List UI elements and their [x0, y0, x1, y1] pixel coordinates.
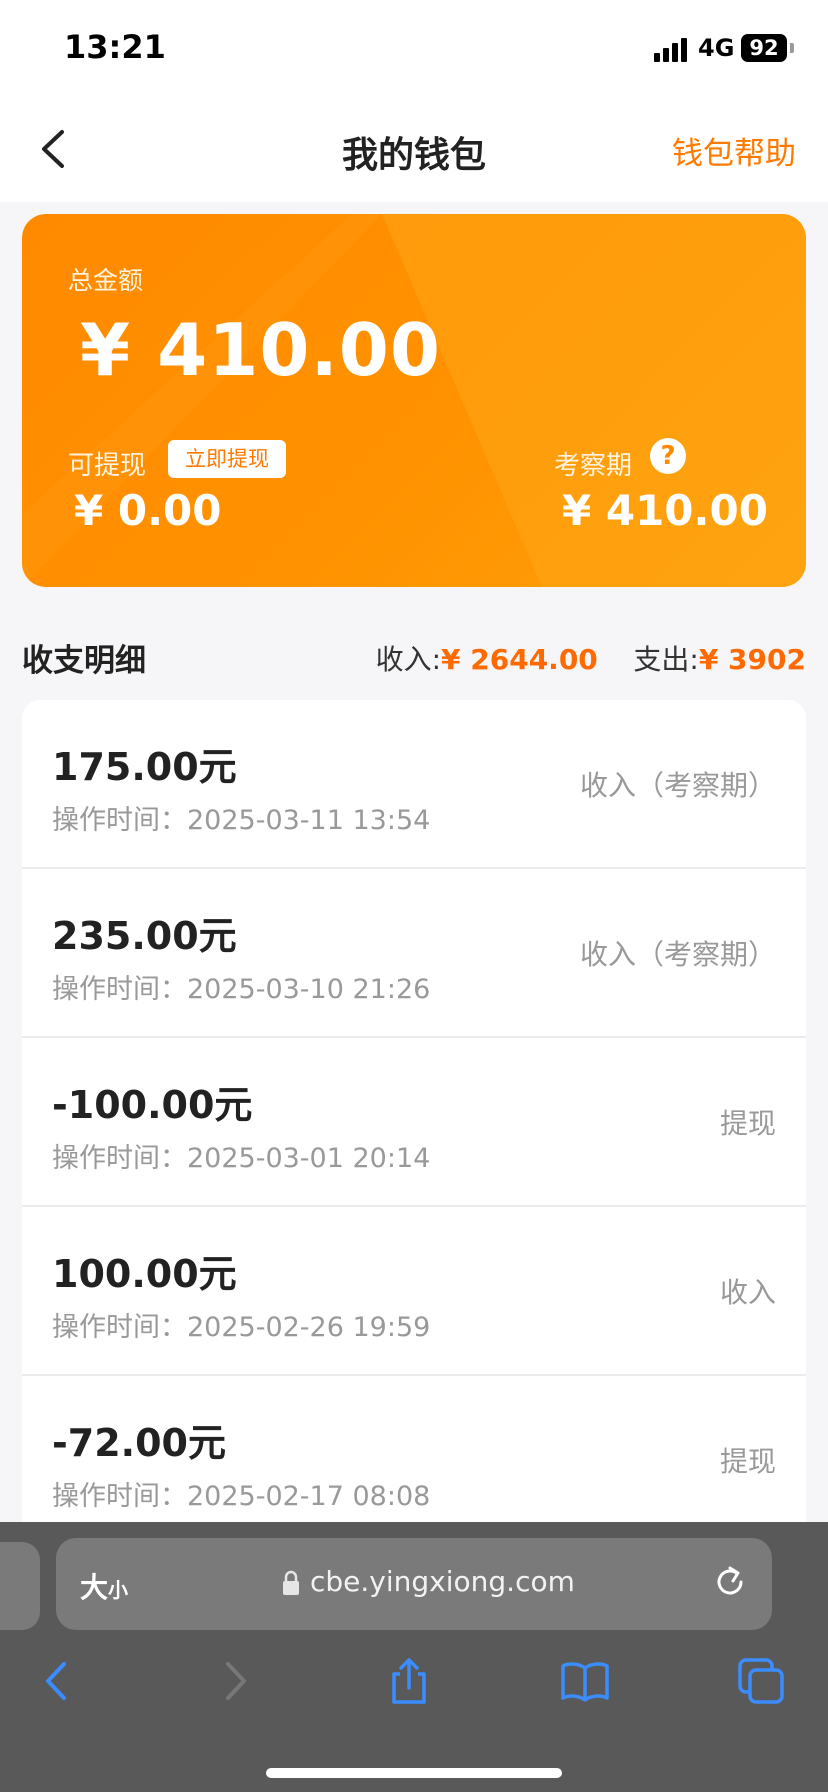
record-type: 收入（考察期）	[579, 769, 776, 802]
withdrawable-label: 可提现	[68, 451, 147, 481]
record-type: 提现	[719, 1107, 776, 1140]
lock-icon	[283, 1570, 299, 1595]
battery-icon: 92	[741, 34, 787, 62]
record-amount: 100.00元	[52, 1252, 237, 1296]
previous-tab-peek[interactable]	[0, 1542, 40, 1630]
probation-amount: ¥ 410.00	[562, 486, 768, 535]
tabs-icon[interactable]	[736, 1656, 786, 1706]
list-item[interactable]: 235.00元 操作时间：2025-03-10 21:26 收入（考察期）	[22, 869, 806, 1038]
expense-label: 支出:	[633, 643, 699, 676]
forward-icon[interactable]	[210, 1656, 260, 1706]
record-time: 操作时间：2025-03-10 21:26	[52, 974, 431, 1005]
share-icon[interactable]	[384, 1656, 434, 1706]
reload-icon[interactable]	[710, 1562, 750, 1602]
bookmarks-icon[interactable]	[560, 1656, 610, 1706]
record-amount: 235.00元	[52, 914, 237, 958]
browser-toolbar: 大小 cbe.yingxiong.com	[0, 1522, 828, 1792]
withdrawable-amount: ¥ 0.00	[74, 486, 222, 535]
list-item[interactable]: -72.00元 操作时间：2025-02-17 08:08 提现	[22, 1376, 806, 1545]
list-item[interactable]: 175.00元 操作时间：2025-03-11 13:54 收入（考察期）	[22, 700, 806, 869]
text-size-button[interactable]: 大小	[80, 1566, 128, 1606]
record-type: 收入（考察期）	[579, 938, 776, 971]
transactions-summary: 收入:¥ 2644.00 支出:¥ 3902	[376, 638, 806, 678]
income-total: ¥ 2644.00	[441, 643, 598, 676]
nav-bar: 我的钱包 钱包帮助	[0, 100, 828, 202]
list-item[interactable]: 100.00元 操作时间：2025-02-26 19:59 收入	[22, 1207, 806, 1376]
transaction-list: 175.00元 操作时间：2025-03-11 13:54 收入（考察期） 23…	[22, 700, 806, 1545]
expense-total: ¥ 3902	[698, 643, 806, 676]
url-text: cbe.yingxiong.com	[310, 1565, 575, 1598]
record-amount: -72.00元	[52, 1421, 226, 1465]
wallet-help-link[interactable]: 钱包帮助	[672, 128, 796, 173]
record-type: 收入	[719, 1276, 776, 1309]
record-amount: -100.00元	[52, 1083, 253, 1127]
network-type: 4G	[698, 34, 735, 62]
status-bar: 13:21 4G 92	[0, 0, 828, 100]
total-amount: ¥ 410.00	[80, 308, 442, 392]
total-amount-label: 总金额	[68, 266, 144, 295]
record-time: 操作时间：2025-02-17 08:08	[52, 1481, 431, 1512]
home-indicator	[266, 1768, 562, 1778]
income-label: 收入:	[375, 643, 442, 676]
record-time: 操作时间：2025-02-26 19:59	[52, 1312, 431, 1343]
probation-label: 考察期	[554, 451, 633, 481]
battery-tip	[790, 43, 794, 53]
address-bar[interactable]: 大小 cbe.yingxiong.com	[56, 1538, 772, 1630]
transactions-title: 收支明细	[22, 643, 146, 679]
back-icon[interactable]	[32, 1656, 82, 1706]
record-type: 提现	[719, 1445, 776, 1478]
question-icon[interactable]: ?	[650, 438, 686, 474]
list-item[interactable]: -100.00元 操作时间：2025-03-01 20:14 提现	[22, 1038, 806, 1207]
status-time: 13:21	[64, 28, 166, 66]
text-size-small: 小	[108, 1578, 129, 1602]
record-amount: 175.00元	[52, 745, 237, 789]
record-time: 操作时间：2025-03-01 20:14	[52, 1143, 431, 1174]
text-size-big: 大	[80, 1571, 109, 1604]
wallet-card: 总金额 ¥ 410.00 可提现 立即提现 ¥ 0.00 考察期 ? ¥ 410…	[22, 214, 806, 587]
signal-icon	[654, 38, 687, 62]
record-time: 操作时间：2025-03-11 13:54	[52, 805, 431, 836]
withdraw-now-button[interactable]: 立即提现	[168, 440, 286, 478]
